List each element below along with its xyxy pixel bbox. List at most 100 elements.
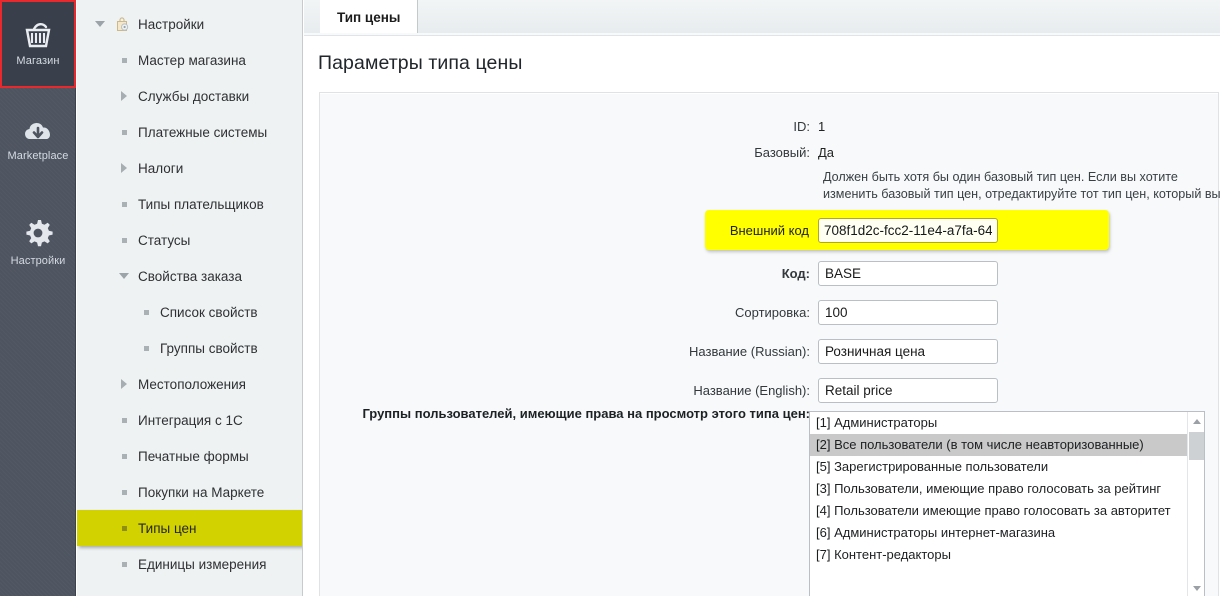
bullet-square-icon bbox=[117, 561, 131, 567]
sidebar-item-label: Налоги bbox=[138, 160, 184, 176]
form-row-base: Базовый: Да bbox=[320, 145, 1220, 160]
form-row-code: Код: bbox=[320, 261, 1220, 286]
form-row-name-en: Название (English): bbox=[320, 378, 1220, 403]
bullet-square-icon bbox=[117, 417, 131, 423]
bullet-square-icon bbox=[117, 237, 131, 243]
sidebar-item-statusy[interactable]: Статусы bbox=[77, 222, 302, 258]
sidebar-item-label: Статусы bbox=[138, 232, 191, 248]
app-root: Магазин Marketplace Настройки Настройки … bbox=[0, 0, 1220, 596]
bullet-square-icon bbox=[117, 525, 131, 531]
base-price-hint-text: Должен быть хотя бы один базовый тип цен… bbox=[823, 170, 1220, 201]
external-code-label: Внешний код bbox=[729, 222, 809, 238]
sidebar-item-label: Единицы измерения bbox=[138, 556, 267, 572]
rail-tile-shop[interactable]: Магазин bbox=[0, 0, 76, 88]
code-input[interactable] bbox=[818, 261, 998, 286]
form-row-name-ru: Название (Russian): bbox=[320, 339, 1220, 364]
sidebar-item-label: Группы свойств bbox=[160, 340, 258, 356]
rail-tile-marketplace-label: Marketplace bbox=[7, 150, 69, 162]
bullet-square-icon bbox=[117, 57, 131, 63]
sidebar-item-tipy-cen[interactable]: Типы цен bbox=[77, 510, 302, 546]
sidebar-item-tipy-platelshchikov[interactable]: Типы плательщиков bbox=[77, 186, 302, 222]
form-row-sort: Сортировка: bbox=[320, 300, 1220, 325]
gear-icon bbox=[22, 217, 54, 249]
bullet-square-icon bbox=[117, 489, 131, 495]
rail-tile-settings-label: Настройки bbox=[10, 255, 66, 267]
list-item[interactable]: [5] Зарегистрированные пользователи bbox=[810, 456, 1204, 478]
user-groups-label: Группы пользователей, имеющие права на п… bbox=[362, 406, 810, 421]
sidebar-item-sluzhby-dostavki[interactable]: Службы доставки bbox=[77, 78, 302, 114]
sidebar-item-label: Платежные системы bbox=[138, 124, 268, 140]
sidebar-item-label: Список свойств bbox=[160, 304, 258, 320]
name-en-input[interactable] bbox=[818, 378, 998, 403]
scrollbar-thumb[interactable] bbox=[1189, 432, 1204, 460]
sidebar-item-pokupki-na-markete[interactable]: Покупки на Маркете bbox=[77, 474, 302, 510]
sidebar-item-label: Типы плательщиков bbox=[138, 196, 264, 212]
rail-tile-shop-label: Магазин bbox=[16, 55, 60, 67]
name-ru-label: Название (Russian): bbox=[689, 344, 810, 359]
external-code-input[interactable] bbox=[818, 217, 998, 243]
scroll-up-arrow-icon[interactable] bbox=[1188, 413, 1204, 430]
sidebar-item-nalogi[interactable]: Налоги bbox=[77, 150, 302, 186]
chevron-down-icon[interactable] bbox=[93, 21, 107, 27]
sidebar-item-platezhnye-sistemy[interactable]: Платежные системы bbox=[77, 114, 302, 150]
bullet-square-icon bbox=[117, 201, 131, 207]
icon-rail: Магазин Marketplace Настройки bbox=[0, 0, 76, 596]
id-value: 1 bbox=[818, 119, 826, 134]
list-item[interactable]: [3] Пользователи, имеющие право голосова… bbox=[810, 478, 1204, 500]
list-item[interactable]: [6] Администраторы интернет-магазина bbox=[810, 522, 1204, 544]
tab-tip-ceny[interactable]: Тип цены bbox=[320, 0, 419, 34]
name-ru-input[interactable] bbox=[818, 339, 998, 364]
sidebar-item-integraciya-s-1c[interactable]: Интеграция с 1С bbox=[77, 402, 302, 438]
sidebar-item-gruppy-svoystv[interactable]: Группы свойств bbox=[77, 330, 302, 366]
rail-tile-marketplace[interactable]: Marketplace bbox=[0, 96, 76, 184]
cloud-download-icon bbox=[20, 118, 56, 144]
sidebar-item-spisok-svoystv[interactable]: Список свойств bbox=[77, 294, 302, 330]
chevron-down-icon[interactable] bbox=[117, 273, 131, 279]
rail-tile-settings[interactable]: Настройки bbox=[0, 198, 76, 286]
base-value: Да bbox=[818, 145, 835, 160]
user-groups-listbox[interactable]: [1] Администраторы [2] Все пользователи … bbox=[809, 411, 1205, 596]
list-item[interactable]: [7] Контент-редакторы bbox=[810, 544, 1204, 566]
external-code-highlight: Внешний код bbox=[705, 210, 1109, 250]
name-en-label: Название (English): bbox=[693, 383, 810, 398]
main-content: Тип цены Параметры типа цены ID: 1 Базов… bbox=[304, 0, 1220, 596]
sidebar-item-label: Настройки bbox=[138, 16, 205, 32]
id-label: ID: bbox=[793, 119, 810, 134]
sidebar-item-edinicy-izmereniya[interactable]: Единицы измерения bbox=[77, 546, 302, 582]
tab-label: Тип цены bbox=[337, 9, 401, 25]
sidebar-item-mestopolozheniya[interactable]: Местоположения bbox=[77, 366, 302, 402]
chevron-right-icon[interactable] bbox=[117, 163, 131, 173]
sidebar-item-pechatnye-formy[interactable]: Печатные формы bbox=[77, 438, 302, 474]
sidebar-item-svoystva-zakaza[interactable]: Свойства заказа bbox=[77, 258, 302, 294]
sort-input[interactable] bbox=[818, 300, 998, 325]
base-label: Базовый: bbox=[754, 145, 810, 160]
sidebar-item-label: Службы доставки bbox=[138, 88, 250, 104]
form-row-id: ID: 1 bbox=[320, 119, 1220, 134]
sidebar-item-label: Свойства заказа bbox=[138, 268, 242, 284]
basket-icon bbox=[21, 21, 55, 49]
chevron-right-icon[interactable] bbox=[117, 91, 131, 101]
list-item[interactable]: [4] Пользователи имеющие право голосоват… bbox=[810, 500, 1204, 522]
settings-tree-sidebar[interactable]: Настройки Мастер магазина Службы доставк… bbox=[77, 0, 303, 596]
sidebar-item-label: Покупки на Маркете bbox=[138, 484, 265, 500]
sidebar-item-label: Типы цен bbox=[138, 520, 197, 536]
sidebar-item-label: Местоположения bbox=[138, 376, 246, 392]
page-title: Параметры типа цены bbox=[318, 52, 523, 74]
list-item[interactable]: [1] Администраторы bbox=[810, 412, 1204, 434]
sidebar-item-label: Интеграция с 1С bbox=[138, 412, 243, 428]
bullet-square-icon bbox=[139, 345, 153, 351]
bullet-square-icon bbox=[139, 309, 153, 315]
chevron-right-icon[interactable] bbox=[117, 379, 131, 389]
code-label: Код: bbox=[781, 266, 810, 281]
price-type-form-panel: ID: 1 Базовый: Да Должен быть хотя бы од… bbox=[319, 92, 1220, 596]
sidebar-item-label: Печатные формы bbox=[138, 448, 249, 464]
bullet-square-icon bbox=[117, 453, 131, 459]
listbox-scrollbar[interactable] bbox=[1187, 412, 1204, 596]
sidebar-item-master-magazina[interactable]: Мастер магазина bbox=[77, 42, 302, 78]
scroll-down-arrow-icon[interactable] bbox=[1188, 580, 1204, 596]
sidebar-item-nastroyki[interactable]: Настройки bbox=[77, 6, 302, 42]
sort-label: Сортировка: bbox=[735, 305, 810, 320]
sidebar-item-label: Мастер магазина bbox=[138, 52, 246, 68]
settings-folder-icon bbox=[114, 16, 130, 32]
list-item[interactable]: [2] Все пользователи (в том числе неавто… bbox=[810, 434, 1204, 456]
